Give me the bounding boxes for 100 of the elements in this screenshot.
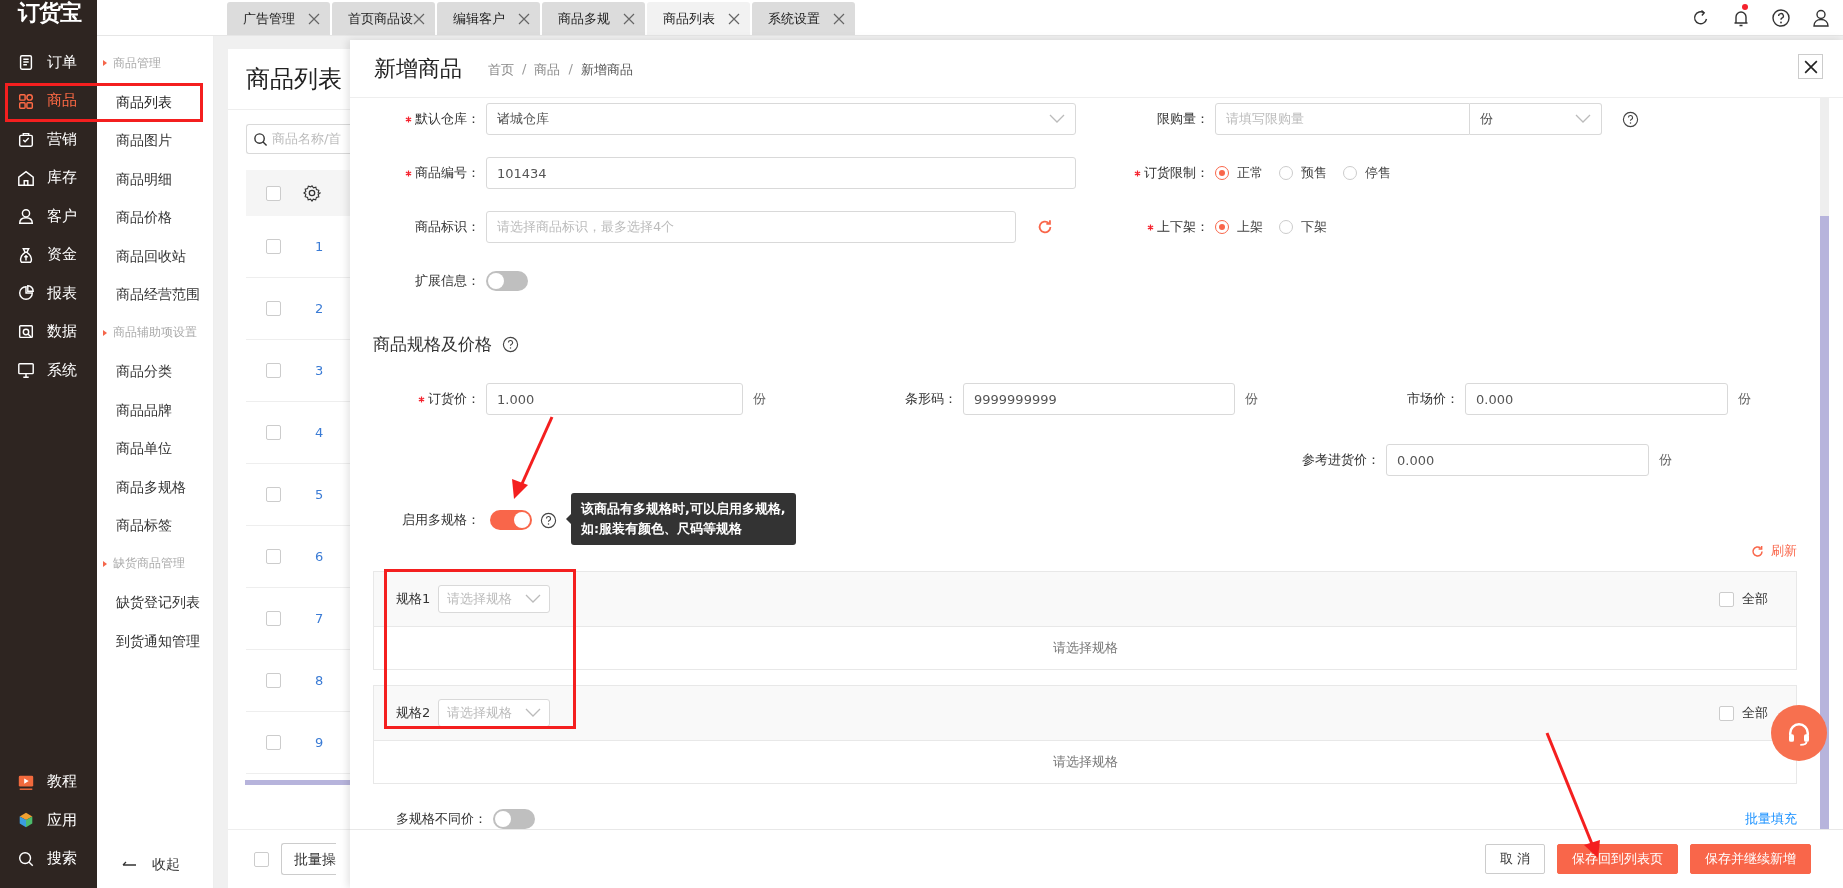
submenu-item[interactable]: 缺货登记列表	[97, 583, 200, 622]
nav-item[interactable]: 应用	[0, 801, 97, 840]
nav-item[interactable]: 库存	[0, 158, 97, 197]
input-field[interactable]: 0.000	[1465, 383, 1728, 415]
close-icon[interactable]	[833, 12, 845, 25]
settings-icon[interactable]	[303, 184, 321, 202]
breadcrumb-link[interactable]: 商品	[534, 61, 561, 79]
chart-search-icon	[17, 322, 35, 341]
search-icon	[17, 849, 35, 868]
checkbox[interactable]	[266, 611, 281, 626]
collapse-button[interactable]: 收起	[97, 856, 180, 874]
submenu-item[interactable]: 商品明细	[97, 159, 172, 198]
submenu-item[interactable]: 商品标签	[97, 506, 172, 545]
batch-button[interactable]: 批量操	[281, 843, 336, 875]
checkbox-option[interactable]: 全部	[1719, 590, 1768, 608]
field-label: 订货价：	[373, 390, 480, 408]
close-button[interactable]	[1798, 54, 1823, 79]
close-icon[interactable]	[413, 12, 425, 25]
chevron-down-icon	[1049, 114, 1065, 124]
submenu-item[interactable]: 商品列表	[97, 82, 172, 121]
row-number: 1	[315, 239, 324, 254]
spec-label: 规格1	[396, 590, 431, 608]
chevron-down-icon	[525, 594, 542, 604]
help-icon[interactable]	[1771, 7, 1791, 28]
checkbox-option[interactable]: 全部	[1719, 704, 1768, 722]
breadcrumb-separator: /	[568, 61, 573, 78]
toggle-switch[interactable]	[490, 510, 532, 530]
checkbox[interactable]	[266, 185, 281, 201]
checkbox[interactable]	[266, 301, 281, 316]
toggle-switch[interactable]	[486, 271, 528, 291]
checkbox[interactable]	[254, 851, 269, 867]
empty-message: 请选择规格	[1052, 753, 1118, 771]
submenu-item[interactable]: 商品价格	[97, 198, 172, 237]
nav-item[interactable]: 商品	[0, 81, 97, 120]
nav-item[interactable]: 系统	[0, 351, 97, 390]
checkbox[interactable]	[266, 735, 281, 750]
radio-option[interactable]: 下架	[1279, 218, 1327, 236]
input-field[interactable]: 0.000	[1386, 444, 1649, 476]
submenu-item[interactable]: 商品多规格	[97, 467, 186, 506]
checkbox[interactable]	[266, 363, 281, 378]
input-field[interactable]: 1.000	[486, 383, 743, 415]
tab[interactable]: 广告管理	[227, 2, 330, 35]
close-icon[interactable]	[518, 12, 530, 25]
submenu-item[interactable]: 商品经营范围	[97, 275, 200, 314]
nav-item[interactable]: 教程	[0, 762, 97, 801]
tab[interactable]: 系统设置	[752, 2, 855, 35]
row-number: 8	[315, 673, 324, 688]
checkbox[interactable]	[266, 549, 281, 564]
field-label: 扩展信息：	[414, 272, 480, 290]
radio-option[interactable]: 预售	[1279, 164, 1327, 182]
nav-item[interactable]: 订单	[0, 43, 97, 82]
field-label: 启用多规格：	[401, 511, 480, 529]
scrollbar-thumb[interactable]	[1820, 216, 1829, 829]
submenu-item[interactable]: 到货通知管理	[97, 621, 200, 660]
submenu-item[interactable]: 商品品牌	[97, 390, 172, 429]
unit-label: 份	[1659, 451, 1672, 469]
breadcrumb-link[interactable]: 首页	[488, 61, 514, 79]
help-icon[interactable]	[1622, 110, 1639, 128]
tab[interactable]: 商品列表	[647, 2, 750, 35]
close-icon[interactable]	[308, 12, 320, 25]
grid-icon	[17, 91, 35, 110]
radio-option[interactable]: 上架	[1215, 218, 1263, 236]
document-icon	[17, 53, 35, 72]
input-field[interactable]: 101434	[486, 157, 1076, 189]
row-number: 3	[315, 363, 324, 378]
submenu-item[interactable]: 商品分类	[97, 352, 172, 391]
required-icon	[405, 115, 412, 123]
checkbox[interactable]	[266, 487, 281, 502]
input-field[interactable]: 9999999999	[963, 383, 1235, 415]
tab[interactable]: 编辑客户	[437, 2, 540, 35]
cancel-button[interactable]: 取 消	[1484, 844, 1545, 874]
select-field[interactable]: 诸城仓库	[486, 103, 1076, 135]
field-label: 多规格不同价：	[395, 810, 487, 828]
checkbox[interactable]	[266, 239, 281, 254]
nav-item[interactable]: 搜索	[0, 839, 97, 878]
submenu-item[interactable]: 商品图片	[97, 121, 172, 160]
close-icon[interactable]	[623, 12, 635, 25]
help-icon[interactable]	[502, 335, 519, 353]
nav-item[interactable]: 数据	[0, 312, 97, 351]
nav-item[interactable]: 资金	[0, 235, 97, 274]
bullet-icon	[103, 60, 107, 67]
submenu-item[interactable]: 商品单位	[97, 429, 172, 468]
logo[interactable]: 订货宝	[0, 0, 81, 30]
unit-select[interactable]: 份	[1470, 103, 1602, 135]
nav-item[interactable]: 营销	[0, 120, 97, 159]
submenu-item[interactable]: 商品回收站	[97, 236, 186, 275]
checkbox[interactable]	[266, 673, 281, 688]
radio-option[interactable]: 正常	[1215, 164, 1263, 182]
tab[interactable]: 首页商品设	[332, 2, 435, 35]
nav-item[interactable]: 报表	[0, 274, 97, 313]
bullet-icon	[103, 329, 107, 336]
help-icon[interactable]	[540, 511, 557, 529]
nav-item[interactable]: 客户	[0, 197, 97, 236]
checkbox[interactable]	[266, 425, 281, 440]
unit-label: 份	[1245, 390, 1258, 408]
user-icon[interactable]	[1811, 7, 1831, 28]
radio-option[interactable]: 停售	[1343, 164, 1391, 182]
toggle-switch[interactable]	[493, 809, 535, 829]
tab[interactable]: 商品多规	[542, 2, 645, 35]
close-icon[interactable]	[728, 12, 740, 25]
